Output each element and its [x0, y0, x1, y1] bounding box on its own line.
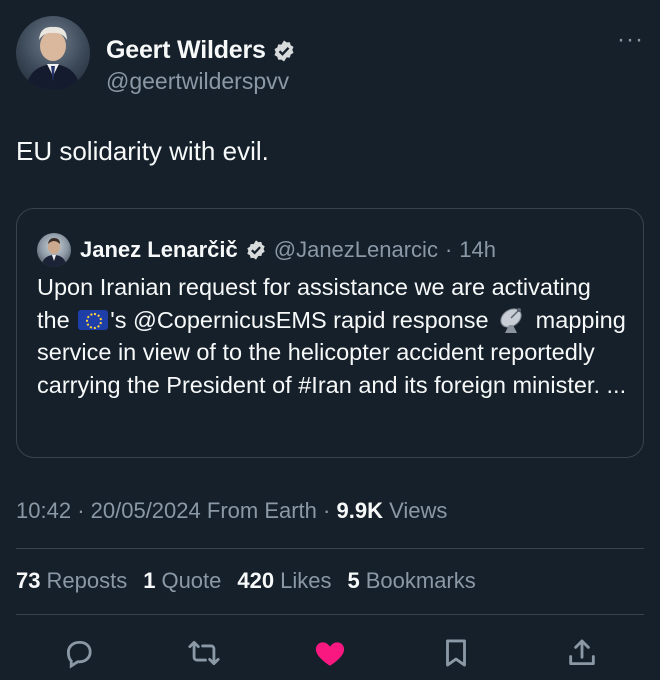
likes-label: Likes [280, 568, 332, 593]
author-handle[interactable]: @geertwilderspvv [106, 68, 289, 95]
tweet-text: EU solidarity with evil. [16, 136, 269, 166]
meta-separator: · [77, 498, 85, 523]
meta-separator: · [323, 498, 331, 523]
quoted-author-handle: @JanezLenarcic [273, 237, 438, 262]
divider [16, 548, 644, 549]
quotes-label: Quote [161, 568, 222, 593]
bookmarks-label: Bookmarks [365, 568, 476, 593]
quoted-author-name: Janez Lenarčič [80, 237, 238, 262]
views-count: 9.9K [336, 498, 383, 523]
reposts-stat[interactable]: 73 Reposts [16, 568, 127, 594]
likes-count: 420 [237, 568, 275, 593]
bookmarks-stat[interactable]: 5 Bookmarks [347, 568, 475, 594]
tweet-header: Geert Wilders @geertwilderspvv ··· [16, 14, 644, 94]
quoted-tweet[interactable]: Janez Lenarčič @JanezLenarcic · 14h Upon… [16, 208, 644, 458]
author-name-row: Geert Wilders [106, 36, 296, 65]
verified-badge-icon [247, 240, 265, 260]
tweet-source: From Earth [206, 498, 317, 523]
reposts-count: 73 [16, 568, 41, 593]
quoted-header: Janez Lenarčič @JanezLenarcic · 14h [37, 233, 496, 267]
quoted-separator: · [444, 237, 453, 262]
tweet-time[interactable]: 10:42 [16, 498, 71, 523]
reposts-label: Reposts [46, 568, 128, 593]
tweet-date[interactable]: 20/05/2024 [91, 498, 201, 523]
engagement-stats: 73 Reposts 1 Quote 420 Likes 5 Bookmarks [16, 568, 476, 594]
tweet-meta: 10:42 · 20/05/2024 From Earth · 9.9K Vie… [16, 498, 447, 524]
views-label: Views [389, 498, 448, 523]
quoted-text-part2: 's @CopernicusEMS rapid response [110, 306, 489, 333]
quoted-time: 14h [459, 237, 496, 262]
quoted-author-avatar [37, 233, 71, 267]
like-icon[interactable] [313, 636, 347, 670]
tweet: Geert Wilders @geertwilderspvv ··· EU so… [0, 0, 660, 680]
quotes-stat[interactable]: 1 Quote [143, 568, 221, 594]
satellite-antenna-icon [500, 307, 522, 333]
author-avatar[interactable] [16, 16, 90, 90]
author-name[interactable]: Geert Wilders [106, 36, 266, 65]
repost-icon[interactable] [187, 636, 221, 670]
reply-icon[interactable] [62, 636, 96, 670]
eu-flag-icon [78, 309, 109, 330]
bookmarks-count: 5 [347, 568, 360, 593]
action-bar [0, 630, 660, 674]
verified-badge-icon [274, 40, 294, 61]
likes-stat[interactable]: 420 Likes [237, 568, 331, 594]
divider [16, 614, 644, 615]
quotes-count: 1 [143, 568, 156, 593]
quoted-text: Upon Iranian request for assistance we a… [37, 271, 627, 401]
share-icon[interactable] [565, 636, 599, 670]
more-options-icon[interactable]: ··· [617, 28, 644, 52]
bookmark-icon[interactable] [439, 636, 473, 670]
